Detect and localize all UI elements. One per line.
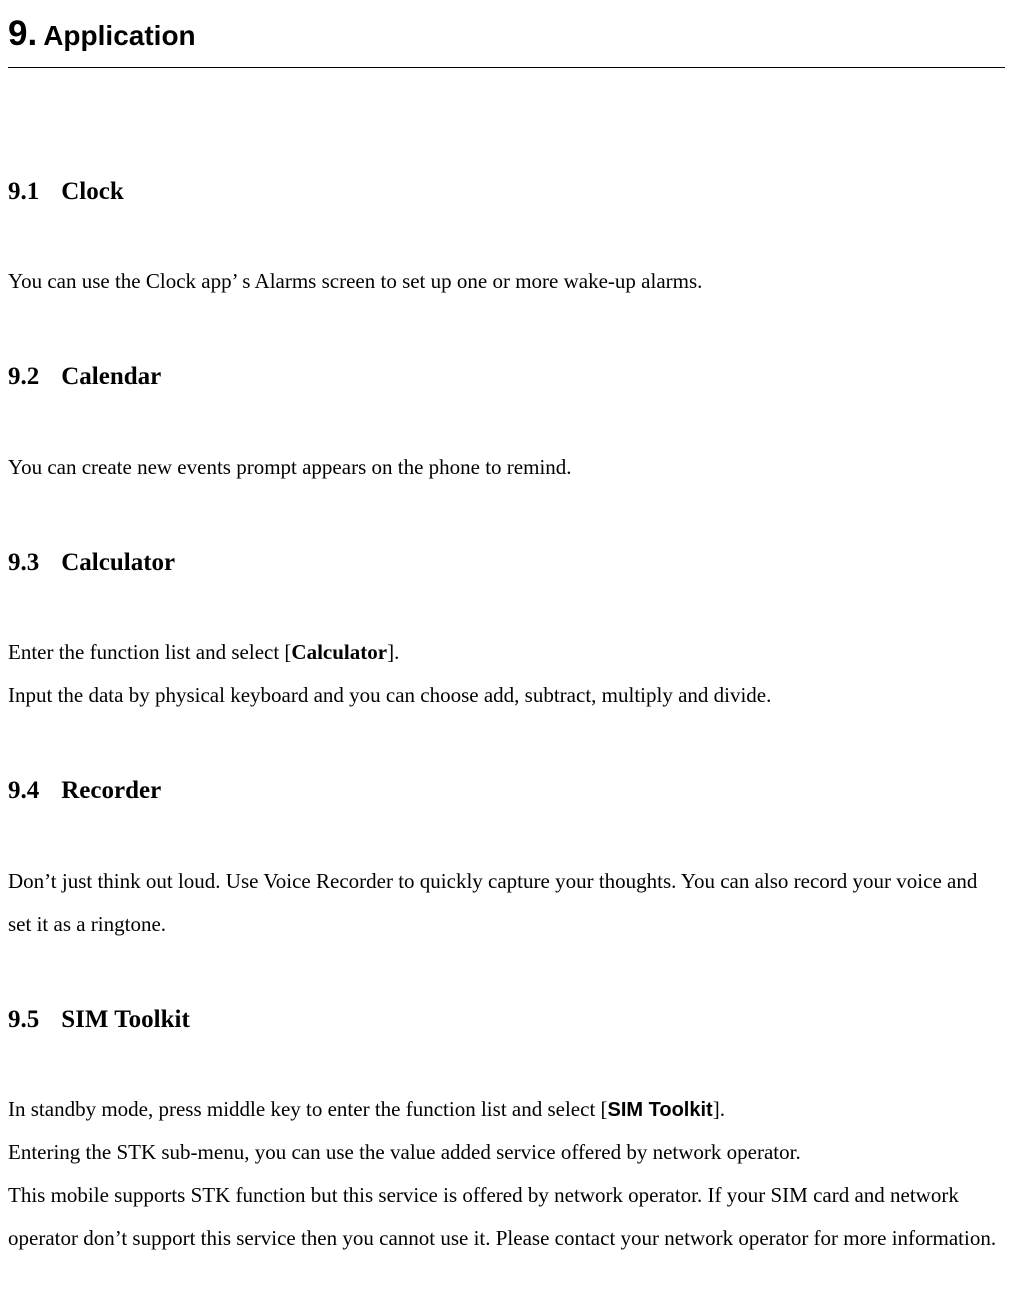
section-body: In standby mode, press middle key to ent… — [8, 1088, 1005, 1260]
body-text-run: Input the data by physical keyboard and … — [8, 683, 771, 707]
section-title: Clock — [61, 178, 124, 205]
section-body: Don’t just think out loud. Use Voice Rec… — [8, 860, 1005, 946]
chapter-title: Application — [43, 20, 195, 51]
section-body: You can use the Clock app’ s Alarms scre… — [8, 260, 1005, 303]
section-number: 9.5 — [8, 1001, 39, 1039]
section-title: Calendar — [61, 363, 161, 390]
body-text-run: You can create new events prompt appears… — [8, 455, 572, 479]
body-text-run: Enter the function list and select [ — [8, 640, 291, 664]
section-body: Enter the function list and select [Calc… — [8, 631, 1005, 717]
body-text-run: Calculator — [291, 640, 387, 664]
section-title: Recorder — [61, 777, 161, 804]
body-text-run: In standby mode, press middle key to ent… — [8, 1097, 608, 1121]
section-heading: 9.4 Recorder — [8, 772, 1005, 810]
chapter-number: 9. — [8, 14, 37, 53]
body-text-run: ]. — [387, 640, 399, 664]
section-title: Calculator — [61, 549, 175, 576]
section-heading: 9.5 SIM Toolkit — [8, 1001, 1005, 1039]
section-body: You can create new events prompt appears… — [8, 446, 1005, 489]
section-number: 9.2 — [8, 358, 39, 396]
section-title: SIM Toolkit — [61, 1006, 190, 1033]
section-number: 9.4 — [8, 772, 39, 810]
section-number: 9.3 — [8, 544, 39, 582]
body-text-run: SIM Toolkit — [608, 1099, 713, 1121]
body-text-run: ]. — [713, 1097, 725, 1121]
section-number: 9.1 — [8, 173, 39, 211]
body-text-run: Entering the STK sub-menu, you can use t… — [8, 1140, 801, 1164]
section-heading: 9.2 Calendar — [8, 358, 1005, 396]
body-text-run: You can use the Clock app’ s Alarms scre… — [8, 269, 702, 293]
section-heading: 9.3 Calculator — [8, 544, 1005, 582]
body-text-run: Don’t just think out loud. Use Voice Rec… — [8, 869, 977, 936]
section-heading: 9.1 Clock — [8, 173, 1005, 211]
body-text-run: This mobile supports STK function but th… — [8, 1183, 996, 1250]
chapter-header: 9. Application — [8, 8, 1005, 68]
